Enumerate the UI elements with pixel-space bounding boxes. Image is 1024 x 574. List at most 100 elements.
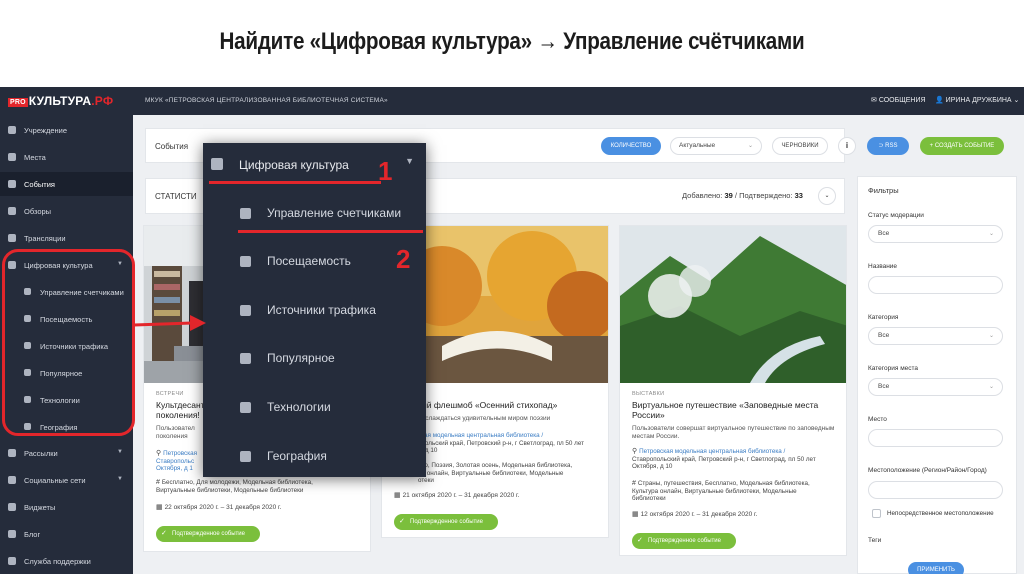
rss-button[interactable]: ⊃ RSS <box>867 137 909 155</box>
event-dates: ▦ 12 октября 2020 г. – 31 декабря 2020 г… <box>632 510 757 518</box>
sidebar-item-broadcasts[interactable]: Трансляции <box>0 226 133 250</box>
chevron-down-icon: ⌄ <box>824 193 830 199</box>
category-select[interactable]: Все ⌄ <box>868 327 1003 345</box>
mail-icon <box>8 449 16 457</box>
event-description: наслаждаться удивительным миром поэзии <box>418 415 551 422</box>
sidebar-item-blog[interactable]: Блог <box>0 522 133 546</box>
location-label: Местоположение (Регион/Район/Город) <box>868 467 987 474</box>
confirmed-count: 33 <box>794 191 803 200</box>
overlay-item-popular[interactable]: Популярное <box>203 339 426 379</box>
overlay-item-label: Управление счетчиками <box>267 206 402 220</box>
badge-label: Подтвержденное событие <box>172 531 245 537</box>
event-dates: ▦ 21 октября 2020 г. – 31 декабря 2020 г… <box>394 491 519 499</box>
logo-pro: PRO <box>8 98 28 107</box>
direct-location-label: Непосредственное местоположение <box>887 510 994 517</box>
stats-counts: Добавлено: 39 / Подтверждено: 33 <box>682 191 803 200</box>
place-label: Место <box>868 416 887 423</box>
sidebar-item-support[interactable]: Служба поддержки <box>0 549 133 573</box>
caret-down-icon: ▼ <box>117 476 123 482</box>
event-location: ⚲ Петровская Ставропольс Октября, д 1 <box>156 450 197 473</box>
user-menu[interactable]: 👤 ИРИНА ДРУЖБИНА ⌄ <box>935 96 1019 104</box>
broadcast-icon <box>8 234 16 242</box>
place-field[interactable] <box>868 429 1003 447</box>
event-title[interactable]: ский флешмоб «Осенний стихопад» <box>414 400 557 410</box>
apply-button[interactable]: ПРИМЕНИТЬ <box>908 562 964 574</box>
chevron-down-icon: ⌄ <box>988 231 994 237</box>
count-button[interactable]: КОЛИЧЕСТВО <box>601 137 661 155</box>
event-title[interactable]: Культдесант поколения! <box>156 400 205 420</box>
info-button[interactable]: i <box>838 137 856 155</box>
collapse-stats-button[interactable]: ⌄ <box>818 187 836 205</box>
overlay-item-technologies[interactable]: Технологии <box>203 388 426 428</box>
highlight-box <box>2 249 135 436</box>
confirmed-badge: ✓ Подтвержденное событие <box>632 533 736 549</box>
added-label: Добавлено: <box>682 191 723 200</box>
overlay-item-traffic-sources[interactable]: Источники трафика <box>203 291 426 331</box>
building-icon <box>8 126 16 134</box>
sidebar-item-social[interactable]: Социальные сети ▼ <box>0 468 133 492</box>
overlay-item-label: Источники трафика <box>267 303 376 317</box>
sidebar-item-institution[interactable]: Учреждение <box>0 118 133 142</box>
calendar-icon: ▦ <box>156 504 165 511</box>
status-select[interactable]: Актуальные ⌄ <box>670 137 762 155</box>
direct-location-checkbox[interactable] <box>872 509 881 518</box>
name-field[interactable] <box>868 276 1003 294</box>
site-logo[interactable]: PRO КУЛЬТУРА.РФ <box>8 94 113 108</box>
logo-rf: .РФ <box>91 94 114 108</box>
filters-title: Фильтры <box>868 186 899 195</box>
place-category-select[interactable]: Все ⌄ <box>868 378 1003 396</box>
event-location-link[interactable]: ская модельная центральная библиотека / <box>418 432 543 439</box>
messages-link[interactable]: ✉ СООБЩЕНИЯ <box>871 96 926 104</box>
moderation-label: Статус модерации <box>868 212 924 219</box>
sidebar-item-reviews[interactable]: Обзоры <box>0 199 133 223</box>
check-icon: ✓ <box>637 537 643 544</box>
chart-icon <box>240 256 251 267</box>
sidebar-item-label: Виджеты <box>24 503 56 512</box>
app-topbar: PRO КУЛЬТУРА.РФ МКУК «ПЕТРОВСКАЯ ЦЕНТРАЛИ… <box>0 87 1024 115</box>
chart-icon <box>211 158 223 170</box>
added-count: 39 <box>724 191 733 200</box>
event-location-link[interactable]: Петровская модельная центральная библиот… <box>639 448 785 455</box>
underline-step1 <box>209 181 381 184</box>
event-title[interactable]: Виртуальное путешествие «Заповедные мест… <box>632 400 818 420</box>
overlay-item-attendance[interactable]: Посещаемость <box>203 242 426 282</box>
check-icon: ✓ <box>399 518 405 525</box>
event-description: Пользовател поколения <box>156 425 195 440</box>
confirmed-label: Подтверждено: <box>739 191 793 200</box>
chart-icon <box>240 353 251 364</box>
event-location-text[interactable]: Петровская Ставропольс Октября, д 1 <box>156 450 197 472</box>
user-name: ИРИНА ДРУЖБИНА <box>945 97 1012 104</box>
sidebar-item-mailings[interactable]: Рассылки ▼ <box>0 441 133 465</box>
chart-icon <box>240 402 251 413</box>
caret-down-icon: ▼ <box>117 449 123 455</box>
overlay-item-counters[interactable]: Управление счетчиками <box>203 194 426 234</box>
support-icon <box>8 557 16 565</box>
drafts-button[interactable]: ЧЕРНОВИКИ <box>772 137 828 155</box>
event-image-nature[interactable] <box>620 226 846 383</box>
overlay-header-label: Цифровая культура <box>239 158 349 172</box>
chevron-down-icon: ⌄ <box>1011 97 1020 104</box>
location-field[interactable] <box>868 481 1003 499</box>
underline-step2 <box>238 230 423 233</box>
badge-label: Подтвержденное событие <box>410 519 483 525</box>
overlay-item-geography[interactable]: География <box>203 437 426 477</box>
overlay-item-label: Посещаемость <box>267 254 351 268</box>
place-category-value: Все <box>878 383 890 390</box>
rss-label: RSS <box>885 143 898 149</box>
slide-headline: Найдите «Цифровая культура» → Управление… <box>219 28 805 55</box>
overlay-item-label: География <box>267 449 327 463</box>
category-value: Все <box>878 332 890 339</box>
create-event-button[interactable]: + СОЗДАТЬ СОБЫТИЕ <box>920 137 1004 155</box>
event-category: ВСТРЕЧИ <box>156 391 184 397</box>
moderation-value: Все <box>878 230 890 237</box>
sidebar-item-widgets[interactable]: Виджеты <box>0 495 133 519</box>
sidebar-item-places[interactable]: Места <box>0 145 133 169</box>
sidebar-item-events[interactable]: События <box>0 172 133 196</box>
organization-name: МКУК «ПЕТРОВСКАЯ ЦЕНТРАЛИЗОВАННАЯ БИБЛИО… <box>145 97 388 104</box>
event-dates: ▦ 22 октября 2020 г. – 31 декабря 2020 г… <box>156 503 281 511</box>
sidebar-item-label: Обзоры <box>24 207 52 216</box>
overlay-digital-culture[interactable]: Цифровая культура ▼ <box>203 148 426 184</box>
check-icon: ✓ <box>161 530 167 537</box>
event-card[interactable]: ВЫСТАВКИ Виртуальное путешествие «Запове… <box>619 225 847 556</box>
moderation-select[interactable]: Все ⌄ <box>868 225 1003 243</box>
